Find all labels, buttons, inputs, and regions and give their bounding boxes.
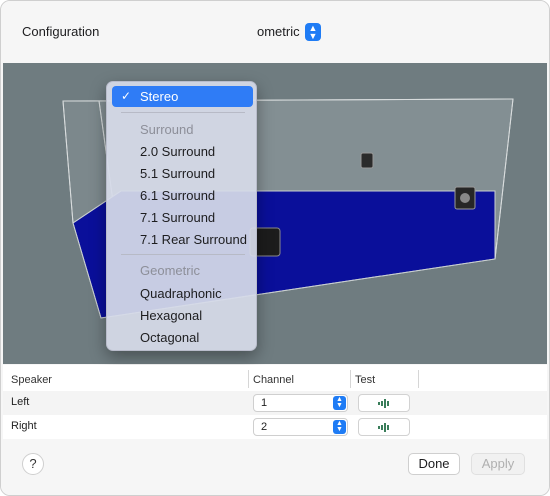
speaker-channel-table: Speaker Channel Test Left 1 ▲ ▼ Right 2 … — [3, 365, 547, 439]
bottom-bar: ? Done Apply — [1, 441, 549, 495]
column-header-speaker[interactable]: Speaker — [11, 374, 52, 386]
menu-header-geometric: Geometric — [140, 263, 200, 278]
configuration-menu: ✓ Stereo Surround 2.0 Surround 5.1 Surro… — [106, 81, 257, 351]
configuration-popup-value: ometric — [257, 24, 300, 39]
speaker-wave-icon — [378, 399, 389, 408]
channel-popup[interactable]: 1 ▲ ▼ — [253, 394, 348, 412]
speaker-name: Left — [11, 396, 30, 408]
channel-popup[interactable]: 2 ▲ ▼ — [253, 418, 348, 436]
popup-stepper-icon: ▲ ▼ — [305, 23, 321, 41]
menu-item-octagonal[interactable]: Octagonal — [112, 327, 253, 348]
menu-separator — [121, 254, 245, 255]
column-divider — [418, 370, 419, 388]
column-header-channel[interactable]: Channel — [253, 374, 294, 386]
speaker-name: Right — [11, 420, 37, 432]
popup-stepper-icon: ▲ ▼ — [333, 396, 346, 410]
menu-header-surround: Surround — [140, 122, 194, 137]
menu-item-5-1-surround[interactable]: 5.1 Surround — [112, 163, 253, 184]
menu-item-7-1-surround[interactable]: 7.1 Surround — [112, 207, 253, 228]
speaker-right-back — [360, 152, 374, 169]
speaker-3d-view[interactable]: ✓ Stereo Surround 2.0 Surround 5.1 Surro… — [3, 63, 547, 364]
table-row: Right 2 ▲ ▼ — [3, 415, 547, 439]
popup-stepper-icon: ▲ ▼ — [333, 420, 346, 434]
column-divider — [350, 370, 351, 388]
configuration-bar: Configuration ometric ▲ ▼ — [1, 1, 549, 63]
audio-midi-speaker-setup-window: Configuration ometric ▲ ▼ ✓ Stereo Surro… — [0, 0, 550, 496]
column-divider — [248, 370, 249, 388]
apply-button[interactable]: Apply — [471, 453, 525, 475]
menu-item-stereo[interactable]: ✓ Stereo — [112, 86, 253, 107]
speaker-wave-icon — [378, 423, 389, 432]
checkmark-icon: ✓ — [121, 89, 132, 103]
column-header-test[interactable]: Test — [355, 374, 375, 386]
configuration-label: Configuration — [22, 24, 100, 39]
menu-separator — [121, 112, 245, 113]
menu-item-2-0-surround[interactable]: 2.0 Surround — [112, 141, 253, 162]
menu-item-quadraphonic[interactable]: Quadraphonic — [112, 283, 253, 304]
done-button[interactable]: Done — [408, 453, 460, 475]
menu-item-hexagonal[interactable]: Hexagonal — [112, 305, 253, 326]
test-speaker-button[interactable] — [358, 418, 410, 436]
menu-item-7-1-rear-surround[interactable]: 7.1 Rear Surround — [112, 229, 253, 250]
help-button[interactable]: ? — [22, 453, 44, 475]
channel-value: 2 — [261, 421, 268, 433]
menu-item-6-1-surround[interactable]: 6.1 Surround — [112, 185, 253, 206]
configuration-popup[interactable]: ometric ▲ ▼ — [105, 21, 321, 43]
table-row: Left 1 ▲ ▼ — [3, 391, 547, 415]
channel-value: 1 — [261, 397, 268, 409]
test-speaker-button[interactable] — [358, 394, 410, 412]
room-illustration — [62, 98, 514, 319]
